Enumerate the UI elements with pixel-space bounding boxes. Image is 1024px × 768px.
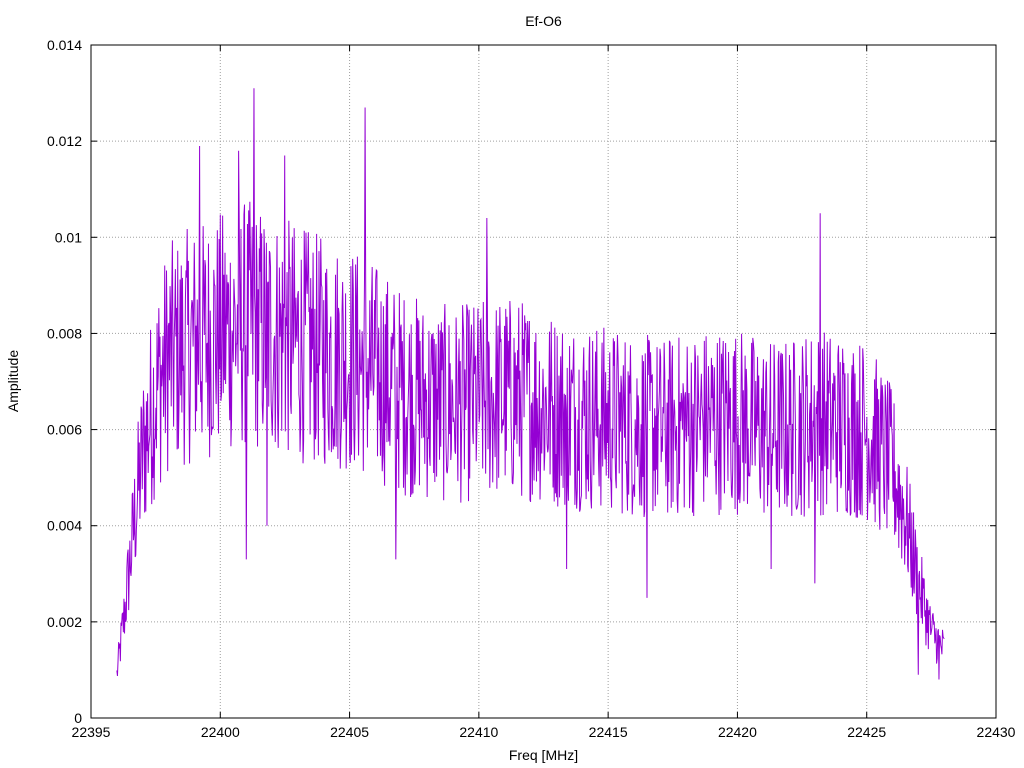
y-tick-label: 0 — [74, 710, 82, 726]
x-tick-label: 22415 — [589, 724, 628, 740]
x-axis-label: Freq [MHz] — [509, 747, 578, 763]
chart-plot: Ef-O6 22395 22400 22405 22410 22415 22420 2242… — [5, 13, 1016, 763]
y-tick-label: 0.004 — [47, 518, 82, 534]
y-tick-label: 0.01 — [55, 229, 82, 245]
y-tick-label: 0.002 — [47, 614, 82, 630]
x-tick-label: 22405 — [330, 724, 369, 740]
series-group — [116, 88, 945, 680]
x-tick-label: 22395 — [72, 724, 111, 740]
y-tick-label: 0.006 — [47, 422, 82, 438]
axis-ticks: 22395 22400 22405 22410 22415 22420 22425 22430… — [47, 37, 1016, 740]
x-tick-label: 22425 — [847, 724, 886, 740]
y-axis-label: Amplitude — [5, 350, 21, 412]
x-tick-label: 22410 — [459, 724, 498, 740]
y-tick-label: 0.012 — [47, 133, 82, 149]
x-tick-label: 22400 — [201, 724, 240, 740]
x-tick-label: 22430 — [977, 724, 1016, 740]
x-tick-label: 22420 — [718, 724, 757, 740]
series-line — [116, 88, 945, 680]
y-tick-label: 0.014 — [47, 37, 82, 53]
chart-title: Ef-O6 — [525, 13, 562, 29]
y-tick-label: 0.008 — [47, 325, 82, 341]
